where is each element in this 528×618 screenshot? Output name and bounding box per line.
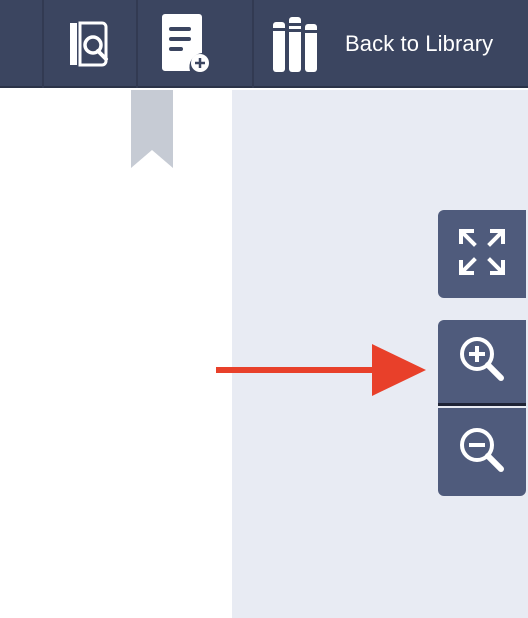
fullscreen-button[interactable]: [438, 210, 526, 298]
search-notebook-button[interactable]: [44, 0, 136, 88]
add-note-button[interactable]: [138, 0, 230, 88]
document-page: [0, 90, 232, 618]
library-books-icon: [270, 16, 322, 79]
zoom-in-button[interactable]: [438, 320, 526, 406]
top-toolbar: Back to Library: [0, 0, 528, 88]
annotation-arrow: [216, 340, 428, 400]
back-to-library-button[interactable]: Back to Library: [256, 0, 528, 88]
back-to-library-label: Back to Library: [345, 31, 494, 56]
fullscreen-icon: [457, 227, 507, 282]
toolbar-divider: [252, 0, 254, 88]
zoom-out-icon: [456, 424, 508, 481]
add-note-icon: [158, 13, 210, 75]
notebook-search-icon: [66, 19, 114, 69]
bookmark-icon[interactable]: [131, 90, 173, 168]
zoom-out-button[interactable]: [438, 408, 526, 496]
zoom-in-icon: [456, 333, 508, 390]
